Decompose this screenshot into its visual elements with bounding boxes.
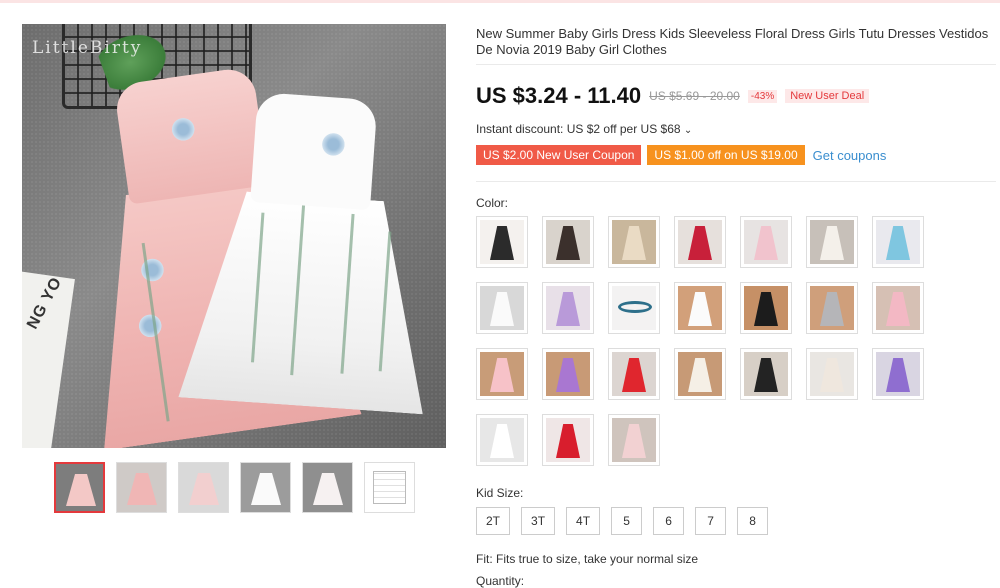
top-accent-line	[0, 0, 1000, 3]
color-swatch-purple-dress[interactable]	[542, 348, 594, 400]
color-swatch-black-print-dress[interactable]	[740, 348, 792, 400]
size-option-5[interactable]: 5	[611, 507, 643, 535]
product-title: New Summer Baby Girls Dress Kids Sleevel…	[476, 26, 989, 57]
color-swatch-dark-lace-dress[interactable]	[542, 216, 594, 268]
color-swatch-white-party-dress[interactable]	[476, 414, 528, 466]
color-swatch-pink-tulle-dress[interactable]	[872, 282, 924, 334]
color-swatch-red-party-dress[interactable]	[542, 414, 594, 466]
color-swatch-grey-dress[interactable]	[806, 282, 858, 334]
size-option-6[interactable]: 6	[653, 507, 685, 535]
color-swatch-red-tulle-dress[interactable]	[608, 348, 660, 400]
color-swatch-black-tulle-dress[interactable]	[740, 282, 792, 334]
main-product-photo[interactable]: LittleBirty NG YO	[22, 24, 446, 448]
color-swatch-lilac-dress[interactable]	[542, 282, 594, 334]
color-swatch-purple-tulle-dress[interactable]	[872, 348, 924, 400]
discount-badge: -43%	[747, 89, 778, 103]
brand-watermark: LittleBirty	[32, 38, 143, 58]
coupon-divider	[476, 181, 996, 182]
thumbnail-6[interactable]	[364, 462, 415, 513]
thumbnail-4[interactable]	[240, 462, 291, 513]
price: US $3.24 - 11.40	[476, 83, 642, 108]
size-option-4t[interactable]: 4T	[566, 507, 601, 535]
instant-discount[interactable]: Instant discount: US $2 off per US $68 ⌄	[476, 122, 692, 136]
color-swatch-pink-dress[interactable]	[740, 216, 792, 268]
original-price: US $5.69 - 20.00	[649, 89, 740, 103]
color-swatch-white-lace-dress[interactable]	[806, 216, 858, 268]
color-label: Color:	[476, 196, 509, 210]
size-option-7[interactable]: 7	[695, 507, 727, 535]
size-option-3t[interactable]: 3T	[521, 507, 556, 535]
chevron-down-icon: ⌄	[683, 125, 693, 136]
size-options: 2T 3T 4T 5 6 7 8	[476, 507, 769, 535]
instant-discount-text: Instant discount: US $2 off per US $68	[476, 122, 681, 136]
thumbnail-5[interactable]	[302, 462, 353, 513]
size-option-8[interactable]: 8	[737, 507, 769, 535]
color-swatch-black-beige-dress[interactable]	[476, 216, 528, 268]
size-label: Kid Size:	[476, 486, 524, 500]
color-swatch-rainbow-dress[interactable]	[872, 216, 924, 268]
store-coupon[interactable]: US $1.00 off on US $19.00	[647, 145, 805, 165]
thumbnail-2[interactable]	[116, 462, 167, 513]
color-swatch-white-tiered-dress[interactable]	[476, 282, 528, 334]
new-user-deal-badge: New User Deal	[785, 89, 870, 103]
color-swatch-ivory-dress[interactable]	[674, 348, 726, 400]
color-swatch-white-tulle-dress[interactable]	[674, 282, 726, 334]
coupon-row: US $2.00 New User Coupon US $1.00 off on…	[476, 145, 886, 165]
size-option-2t[interactable]: 2T	[476, 507, 511, 535]
color-swatch-peach-dress[interactable]	[476, 348, 528, 400]
color-swatch-headband[interactable]	[608, 282, 660, 334]
title-divider	[476, 64, 996, 65]
thumbnail-strip	[54, 462, 415, 513]
color-swatch-champagne-dress[interactable]	[608, 216, 660, 268]
color-swatch-blush-dress[interactable]	[608, 414, 660, 466]
thumbnail-1[interactable]	[54, 462, 105, 513]
new-user-coupon[interactable]: US $2.00 New User Coupon	[476, 145, 642, 165]
fit-text: Fit: Fits true to size, take your normal…	[476, 552, 699, 566]
price-row: US $3.24 - 11.40 US $5.69 - 20.00 -43% N…	[476, 83, 870, 109]
get-coupons-link[interactable]: Get coupons	[813, 148, 887, 163]
color-swatch-red-dress[interactable]	[674, 216, 726, 268]
color-swatch-grid	[476, 216, 946, 466]
thumbnail-3[interactable]	[178, 462, 229, 513]
color-swatch-floral-print-dress[interactable]	[806, 348, 858, 400]
